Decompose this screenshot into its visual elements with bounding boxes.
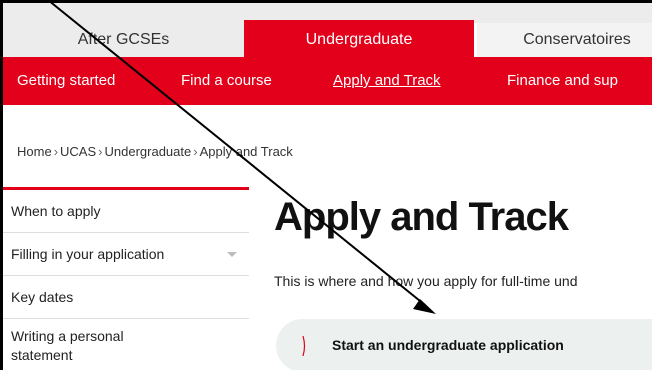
nav-finance-and-support[interactable]: Finance and sup [507, 57, 618, 105]
breadcrumb-separator: › [53, 144, 59, 159]
section-nav: Getting started Find a course Apply and … [3, 57, 652, 105]
nav-find-a-course[interactable]: Find a course [181, 57, 272, 105]
bracket-icon [302, 336, 306, 356]
breadcrumb-separator: › [98, 144, 103, 159]
chevron-down-icon[interactable] [227, 252, 237, 257]
start-application-button[interactable]: Start an undergraduate application [276, 319, 652, 370]
sidebar-item-when-to-apply[interactable]: When to apply [3, 190, 249, 233]
browser-viewport: After GCSEs Undergraduate Conservatoires… [3, 3, 652, 370]
sidebar: When to apply Filling in your applicatio… [3, 187, 249, 370]
tab-conservatoires[interactable]: Conservatoires [477, 23, 652, 57]
breadcrumb: Home › UCAS › Undergraduate › Apply and Track [17, 144, 293, 159]
tab-undergraduate[interactable]: Undergraduate [244, 20, 474, 57]
intro-text: This is where and how you apply for full… [274, 273, 578, 289]
sidebar-item-filling-in-application[interactable]: Filling in your application [3, 233, 249, 276]
sidebar-item-label: Writing a personal statement [11, 328, 124, 363]
sidebar-item-personal-statement[interactable]: Writing a personal statement [3, 319, 249, 370]
nav-getting-started[interactable]: Getting started [17, 57, 115, 105]
sidebar-item-label: Filling in your application [11, 246, 165, 262]
start-application-label: Start an undergraduate application [332, 337, 564, 353]
tab-after-gcses[interactable]: After GCSEs [3, 23, 244, 57]
breadcrumb-home[interactable]: Home [17, 144, 52, 159]
breadcrumb-separator: › [193, 144, 198, 159]
breadcrumb-undergraduate[interactable]: Undergraduate [105, 144, 192, 159]
breadcrumb-current: Apply and Track [199, 144, 293, 159]
breadcrumb-ucas[interactable]: UCAS [60, 144, 96, 159]
sidebar-item-key-dates[interactable]: Key dates [3, 276, 249, 319]
nav-apply-and-track[interactable]: Apply and Track [333, 57, 441, 105]
page-title: Apply and Track [274, 195, 569, 239]
top-tabs-bar: After GCSEs Undergraduate Conservatoires [3, 3, 652, 57]
sidebar-item-label: When to apply [11, 203, 101, 219]
sidebar-item-label: Key dates [11, 289, 74, 305]
